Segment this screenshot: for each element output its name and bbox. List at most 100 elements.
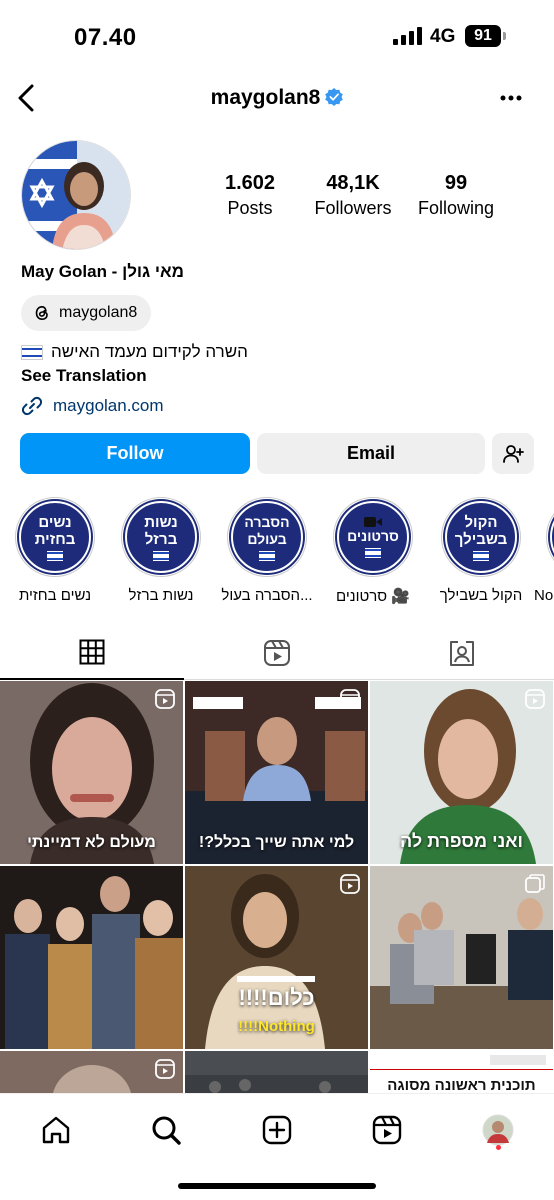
highlight-cover-text: בשבילך xyxy=(454,530,508,548)
israel-flag-icon xyxy=(365,548,381,558)
nav-create[interactable] xyxy=(257,1110,297,1150)
tab-tagged[interactable] xyxy=(370,626,554,680)
highlight-item[interactable]: סרטונים סרטונים 🎥 xyxy=(320,497,426,605)
website-url: maygolan.com xyxy=(53,396,164,415)
nav-profile[interactable] xyxy=(478,1110,518,1150)
reel-indicator-icon xyxy=(340,874,360,894)
post-caption: למי אתה שייך בכלל?! xyxy=(198,834,355,851)
highlight-cover-text: בחזית xyxy=(34,530,76,548)
status-bar: 07.40 4G 91 xyxy=(0,0,554,72)
highlight-cover: הסברה בעולם xyxy=(227,497,307,577)
story-highlights: נשים בחזית נשים בחזית נשות ברזל נשות ברז… xyxy=(0,497,554,607)
highlight-caption: סרטונים 🎥 xyxy=(335,588,410,605)
israel-flag-icon xyxy=(47,550,63,561)
reels-icon xyxy=(372,1115,402,1145)
stat-value: 1.602 xyxy=(224,172,276,194)
more-dots-icon[interactable] xyxy=(496,86,526,110)
profile-avatar[interactable] xyxy=(21,140,131,250)
post-thumbnail[interactable]: כלום!!!! Nothing!!!! xyxy=(185,866,368,1049)
post-thumbnail[interactable]: ואני מספרת לה xyxy=(370,681,553,864)
highlight-cover: נשות ברזל xyxy=(121,497,201,577)
highlight-cover-text: הקול xyxy=(464,513,498,531)
highlight-item[interactable]: No xyxy=(534,497,554,604)
carousel-indicator-icon xyxy=(525,874,545,893)
highlight-cover-text: בעולם xyxy=(247,530,287,547)
display-name: May Golan - מאי גולן xyxy=(21,262,184,281)
battery-indicator: 91 xyxy=(465,25,506,47)
website-link[interactable]: maygolan.com xyxy=(21,395,164,417)
reel-indicator-icon xyxy=(155,689,175,709)
reel-indicator-icon xyxy=(155,1059,175,1079)
highlight-caption: נשות ברזל xyxy=(128,587,194,604)
post-thumbnail[interactable] xyxy=(370,866,553,1049)
threads-icon xyxy=(35,305,48,321)
bio-line: השרה לקידום מעמד האישה xyxy=(21,342,248,362)
nav-home[interactable] xyxy=(36,1110,76,1150)
see-translation-link[interactable]: See Translation xyxy=(21,366,147,386)
profile-tabs xyxy=(0,626,554,680)
post-thumbnail[interactable]: תוכנית ראשונה מסוגה לתמיכה xyxy=(370,1051,553,1093)
home-indicator xyxy=(178,1183,376,1189)
highlight-cover: הקול בשבילך xyxy=(441,497,521,577)
israel-flag-icon xyxy=(153,550,169,561)
reels-icon xyxy=(264,640,290,666)
stat-value: 99 xyxy=(444,172,468,194)
post-thumbnail[interactable] xyxy=(0,1051,183,1093)
post-thumbnail[interactable]: מעולם לא דמיינתי xyxy=(0,681,183,864)
post-caption: כלום!!!! xyxy=(185,985,368,1011)
profile-stats: 1.602 Posts 48,1K Followers 99 Following xyxy=(200,172,520,232)
profile-avatar-small xyxy=(482,1114,514,1146)
highlight-item[interactable]: נשים בחזית נשים בחזית xyxy=(2,497,108,604)
notification-dot xyxy=(496,1145,501,1150)
post-subcaption: Nothing!!!! xyxy=(185,1018,368,1035)
create-icon xyxy=(262,1115,292,1145)
post-caption: ואני מספרת לה xyxy=(400,831,523,851)
israel-flag-icon xyxy=(259,550,275,561)
post-caption: מעולם לא דמיינתי xyxy=(27,834,156,851)
email-button[interactable]: Email xyxy=(257,433,485,474)
follow-button[interactable]: Follow xyxy=(20,433,250,474)
post-subcaption-text: Nothing!!!! xyxy=(238,1018,315,1035)
reel-indicator-icon xyxy=(525,689,545,709)
posts-grid: מעולם לא דמיינתי למי אתה שייך בכלל?! ואנ… xyxy=(0,681,554,1093)
video-camera-icon xyxy=(364,517,382,527)
israel-flag-icon xyxy=(21,344,43,360)
home-icon xyxy=(42,1116,70,1144)
header-username: maygolan8 xyxy=(210,86,321,109)
stat-following[interactable]: 99 Following xyxy=(401,172,511,219)
stat-label: Posts xyxy=(227,198,273,218)
highlight-caption: הסברה בעול... xyxy=(221,587,313,604)
highlight-cover-text: סרטונים xyxy=(347,528,399,544)
stat-label: Followers xyxy=(314,198,392,218)
search-icon xyxy=(152,1116,181,1145)
network-type: 4G xyxy=(430,26,456,47)
highlight-item[interactable]: הקול בשבילך הקול בשבילך xyxy=(428,497,534,604)
highlight-cover: סרטונים xyxy=(333,497,413,577)
israel-flag-icon xyxy=(473,550,489,561)
highlight-cover: נשים בחזית xyxy=(15,497,95,577)
add-person-icon xyxy=(503,444,524,463)
add-person-button[interactable] xyxy=(492,433,534,474)
highlight-cover-text: הסברה xyxy=(244,513,290,530)
tagged-icon xyxy=(450,641,474,666)
stat-followers[interactable]: 48,1K Followers xyxy=(298,172,408,219)
tab-reels[interactable] xyxy=(185,626,369,680)
threads-badge[interactable]: maygolan8 xyxy=(21,295,152,331)
highlight-item[interactable]: הסברה בעולם הסברה בעול... xyxy=(214,497,320,604)
reel-indicator-icon xyxy=(340,689,360,709)
highlight-item[interactable]: נשות ברזל נשות ברזל xyxy=(108,497,214,604)
highlight-cover-text: נשות xyxy=(144,513,178,531)
post-thumbnail[interactable]: למי אתה שייך בכלל?! xyxy=(185,681,368,864)
bio-text: השרה לקידום מעמד האישה xyxy=(51,342,248,361)
nav-reels[interactable] xyxy=(367,1110,407,1150)
post-thumbnail[interactable] xyxy=(185,1051,368,1093)
header-username-row: maygolan8 xyxy=(0,86,554,110)
verified-badge-icon xyxy=(325,88,344,106)
stat-posts[interactable]: 1.602 Posts xyxy=(195,172,305,219)
nav-search[interactable] xyxy=(146,1110,186,1150)
tab-posts-grid[interactable] xyxy=(0,626,184,680)
post-caption: תוכנית ראשונה מסוגה לתמיכה xyxy=(387,1077,536,1093)
profile-header: maygolan8 xyxy=(0,78,554,120)
stat-label: Following xyxy=(417,198,495,218)
post-thumbnail[interactable] xyxy=(0,866,183,1049)
